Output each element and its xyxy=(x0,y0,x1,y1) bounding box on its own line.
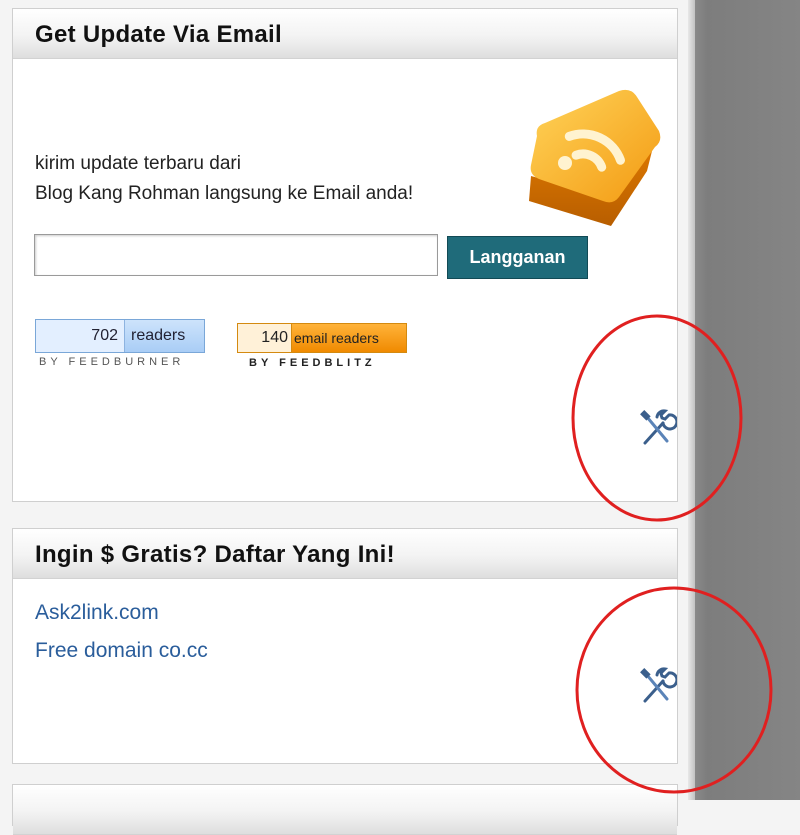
feedblitz-label: email readers xyxy=(294,330,379,346)
wrench-screwdriver-icon[interactable] xyxy=(637,409,677,449)
widget-description: kirim update terbaru dari Blog Kang Rohm… xyxy=(35,149,413,209)
feedburner-counter[interactable]: 702 readers BY FEEDBURNER xyxy=(35,319,205,368)
feedburner-byline: BY FEEDBURNER xyxy=(39,356,185,368)
description-line-1: kirim update terbaru dari xyxy=(35,153,241,174)
feedburner-label: readers xyxy=(131,327,186,344)
feedblitz-counter[interactable]: 140 email readers BY FEEDBLITZ xyxy=(237,323,407,369)
widget-title: Ingin $ Gratis? Daftar Yang Ini! xyxy=(13,529,677,579)
feedblitz-count: 140 xyxy=(238,324,292,352)
feedburner-box: 702 readers xyxy=(35,319,205,353)
link-free-domain[interactable]: Free domain co.cc xyxy=(35,639,208,663)
page-background-gray xyxy=(695,0,800,800)
email-subscription-widget: Get Update Via Email kirim update terbar… xyxy=(12,8,678,502)
rss-feed-icon xyxy=(529,89,661,226)
feedblitz-box: 140 email readers xyxy=(237,323,407,353)
free-offers-widget: Ingin $ Gratis? Daftar Yang Ini! Ask2lin… xyxy=(12,528,678,764)
widget-title xyxy=(13,785,677,835)
feedburner-count: 702 xyxy=(36,320,125,352)
feedblitz-byline: BY FEEDBLITZ xyxy=(249,357,376,369)
next-widget-partial xyxy=(12,784,678,835)
link-ask2link[interactable]: Ask2link.com xyxy=(35,601,159,625)
subscribe-button[interactable]: Langganan xyxy=(447,236,588,279)
wrench-screwdriver-icon[interactable] xyxy=(637,667,677,707)
widget-title: Get Update Via Email xyxy=(13,9,677,59)
email-input[interactable] xyxy=(34,234,438,276)
description-line-2: Blog Kang Rohman langsung ke Email anda! xyxy=(35,183,414,204)
